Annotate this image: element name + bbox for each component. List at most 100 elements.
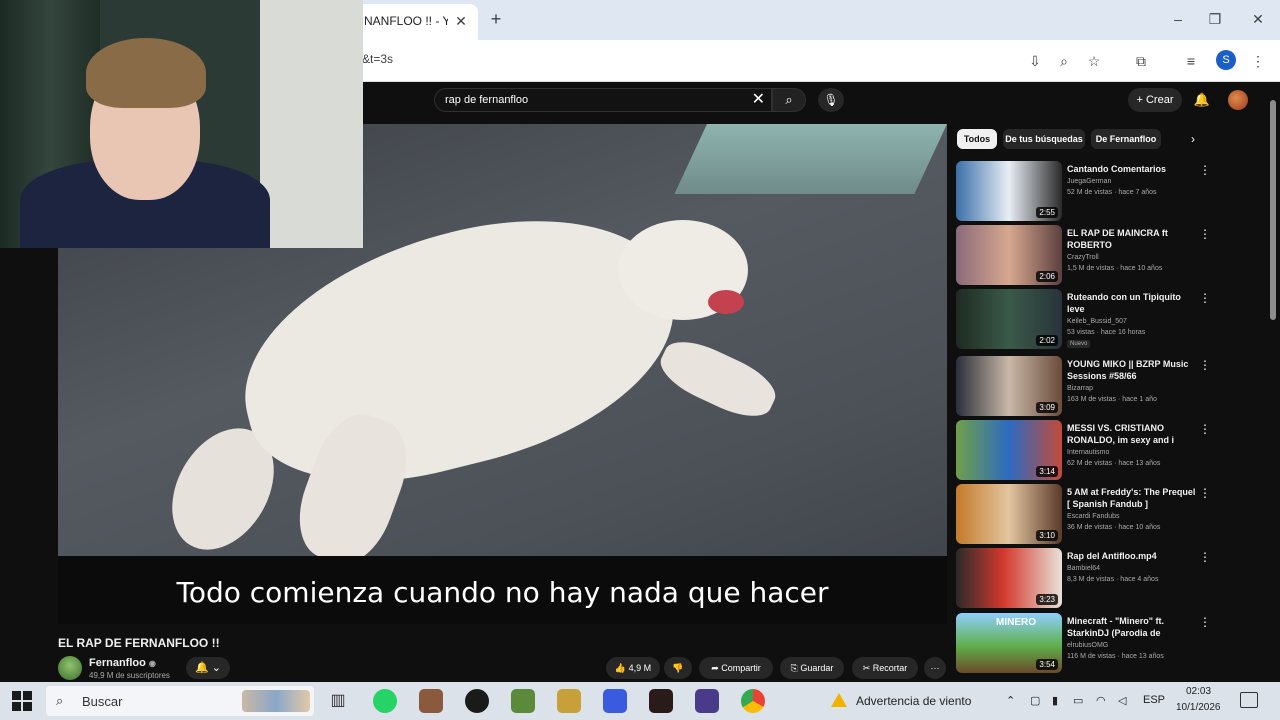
channel-name[interactable]: Fernanfloo ◉	[89, 657, 156, 669]
roblox-studio-icon[interactable]	[603, 689, 627, 713]
recommendation-channel[interactable]: JuegaGerman	[1067, 178, 1111, 185]
recommendation-title[interactable]: Minecraft - "Minero" ft. StarkinDJ (Paro…	[1067, 615, 1197, 639]
minimize-button[interactable]: –	[1166, 8, 1190, 30]
fnaf-app-icon[interactable]	[649, 689, 673, 713]
clip-button[interactable]: ✂ Recortar	[852, 657, 918, 679]
more-options-icon[interactable]: ⋮	[1199, 227, 1211, 241]
recommendation-channel[interactable]: Internautismo	[1067, 449, 1109, 456]
chip-todos[interactable]: Todos	[957, 129, 997, 149]
recommendation-title[interactable]: Cantando Comentarios	[1067, 163, 1197, 175]
warning-icon[interactable]	[830, 692, 848, 708]
chevron-right-icon[interactable]: ›	[1183, 129, 1203, 149]
recommendation-item[interactable]: 3:14 MESSI VS. CRISTIANO RONALDO, im sex…	[956, 420, 1212, 480]
more-actions-button[interactable]: ···	[924, 657, 946, 679]
recommendation-item[interactable]: 3:09 YOUNG MIKO || BZRP Music Sessions #…	[956, 356, 1212, 416]
more-options-icon[interactable]: ⋮	[1199, 358, 1211, 372]
video-thumbnail[interactable]: 2:02	[956, 289, 1062, 349]
video-thumbnail[interactable]: 3:09	[956, 356, 1062, 416]
notification-center-icon[interactable]	[1240, 692, 1258, 708]
recommendation-channel[interactable]: Bizarrap	[1067, 385, 1093, 392]
volume-icon[interactable]: ◁	[1118, 694, 1126, 707]
chevron-up-icon[interactable]: ⌃	[1006, 694, 1015, 707]
maximize-button[interactable]: ❐	[1203, 8, 1227, 30]
more-options-icon[interactable]: ⋮	[1199, 550, 1211, 564]
task-view-icon[interactable]: ▥	[326, 689, 350, 713]
zoom-icon[interactable]: ⌕	[1053, 50, 1075, 72]
recommendation-channel[interactable]: CrazyTroll	[1067, 254, 1099, 261]
search-input[interactable]: rap de fernanfloo ✕	[434, 88, 772, 112]
thumbs-down-icon: 👎	[672, 663, 684, 673]
microphone-icon[interactable]: 🎙	[818, 88, 844, 112]
tray-app-icon[interactable]: ▢	[1030, 694, 1040, 707]
chip-from-searches[interactable]: De tus búsquedas	[1003, 129, 1085, 149]
bookmark-star-icon[interactable]: ☆	[1083, 50, 1105, 72]
new-tab-button[interactable]: +	[485, 8, 507, 30]
install-app-icon[interactable]: ⇩	[1024, 50, 1046, 72]
like-button[interactable]: 👍 4,9 M	[606, 657, 660, 679]
video-thumbnail[interactable]: 3:10	[956, 484, 1062, 544]
recommendation-title[interactable]: YOUNG MIKO || BZRP Music Sessions #58/66	[1067, 358, 1197, 382]
notifications-bell-icon[interactable]: 🔔	[1192, 90, 1212, 110]
recommendation-title[interactable]: MESSI VS. CRISTIANO RONALDO, im sexy and…	[1067, 422, 1197, 446]
clear-search-icon[interactable]: ✕	[752, 91, 765, 109]
taskbar-search-input[interactable]: ⌕ Buscar	[46, 686, 314, 716]
more-options-icon[interactable]: ⋮	[1199, 615, 1211, 629]
search-icon[interactable]: ⌕	[772, 88, 806, 112]
recommendation-title[interactable]: EL RAP DE MAINCRA ft ROBERTO	[1067, 227, 1197, 251]
media-app-icon[interactable]	[695, 689, 719, 713]
more-options-icon[interactable]: ⋮	[1199, 291, 1211, 305]
recommendation-title[interactable]: 5 AM at Freddy's: The Prequel [ Spanish …	[1067, 486, 1197, 510]
video-thumbnail[interactable]: 2:06	[956, 225, 1062, 285]
close-window-button[interactable]: ✕	[1246, 8, 1270, 30]
clock-time[interactable]: 02:03	[1186, 686, 1211, 697]
recommendation-channel[interactable]: Keileb_Bussid_507	[1067, 318, 1127, 325]
recommendation-channel[interactable]: elrubiusOMG	[1067, 642, 1108, 649]
save-button[interactable]: ⎘ Guardar	[780, 657, 844, 679]
browser-tab[interactable]: NANFLOO !! - Yo ✕	[352, 4, 478, 40]
dislike-button[interactable]: 👎	[664, 657, 692, 679]
whatsapp-icon[interactable]	[373, 689, 397, 713]
browser-menu-icon[interactable]: ⋮	[1247, 50, 1269, 72]
scrollbar-thumb[interactable]	[1270, 100, 1276, 320]
game-app-icon[interactable]	[419, 689, 443, 713]
wifi-icon[interactable]: ◠	[1096, 694, 1106, 707]
subscription-bell-button[interactable]: 🔔 ⌄	[186, 657, 230, 679]
account-avatar[interactable]	[1228, 90, 1248, 110]
more-options-icon[interactable]: ⋮	[1199, 163, 1211, 177]
recommendation-item[interactable]: 3:10 5 AM at Freddy's: The Prequel [ Spa…	[956, 484, 1212, 544]
video-thumbnail[interactable]: 3:14	[956, 420, 1062, 480]
microphone-tray-icon[interactable]: ▮	[1052, 694, 1058, 707]
channel-avatar[interactable]	[58, 656, 82, 680]
recommendation-item[interactable]: 2:55 Cantando Comentarios JuegaGerman 52…	[956, 161, 1212, 221]
recording-app-icon[interactable]	[465, 689, 489, 713]
recommendation-title[interactable]: Ruteando con un Tipiquito leve	[1067, 291, 1197, 315]
extensions-icon[interactable]: ⧉	[1130, 50, 1152, 72]
chip-from-fernanfloo[interactable]: De Fernanfloo	[1091, 129, 1161, 149]
video-thumbnail[interactable]: 2:55	[956, 161, 1062, 221]
windows-start-icon[interactable]	[12, 691, 32, 711]
clock-date[interactable]: 10/1/2026	[1176, 702, 1221, 713]
browser-profile-avatar[interactable]: S	[1216, 50, 1236, 70]
recommendation-item[interactable]: 2:02 Ruteando con un Tipiquito leve Keil…	[956, 289, 1212, 349]
recommendation-channel[interactable]: Bambiel64	[1067, 565, 1100, 572]
video-thumbnail[interactable]: 3:23	[956, 548, 1062, 608]
address-bar[interactable]: &t=3s	[362, 52, 393, 66]
recommendation-item[interactable]: 2:06 EL RAP DE MAINCRA ft ROBERTO CrazyT…	[956, 225, 1212, 285]
weather-status[interactable]: Advertencia de viento	[856, 694, 971, 708]
minecraft-icon[interactable]	[511, 689, 535, 713]
more-options-icon[interactable]: ⋮	[1199, 486, 1211, 500]
recommendation-item[interactable]: MINERO 3:54 Minecraft - "Minero" ft. Sta…	[956, 613, 1212, 673]
create-button[interactable]: + Crear	[1128, 88, 1182, 112]
share-button[interactable]: ➦ Compartir	[699, 657, 773, 679]
recommendation-title[interactable]: Rap del Antifloo.mp4	[1067, 550, 1197, 562]
language-indicator[interactable]: ESP	[1143, 694, 1165, 706]
more-options-icon[interactable]: ⋮	[1199, 422, 1211, 436]
media-controls-icon[interactable]: ≡	[1180, 50, 1202, 72]
game-launcher-icon[interactable]	[557, 689, 581, 713]
video-thumbnail[interactable]: MINERO 3:54	[956, 613, 1062, 673]
battery-icon[interactable]: ▭	[1073, 694, 1083, 707]
chrome-icon[interactable]	[741, 689, 765, 713]
recommendation-channel[interactable]: Escardi Fandubs	[1067, 513, 1120, 520]
tab-close-icon[interactable]: ✕	[452, 12, 470, 30]
recommendation-item[interactable]: 3:23 Rap del Antifloo.mp4 Bambiel64 8,3 …	[956, 548, 1212, 608]
